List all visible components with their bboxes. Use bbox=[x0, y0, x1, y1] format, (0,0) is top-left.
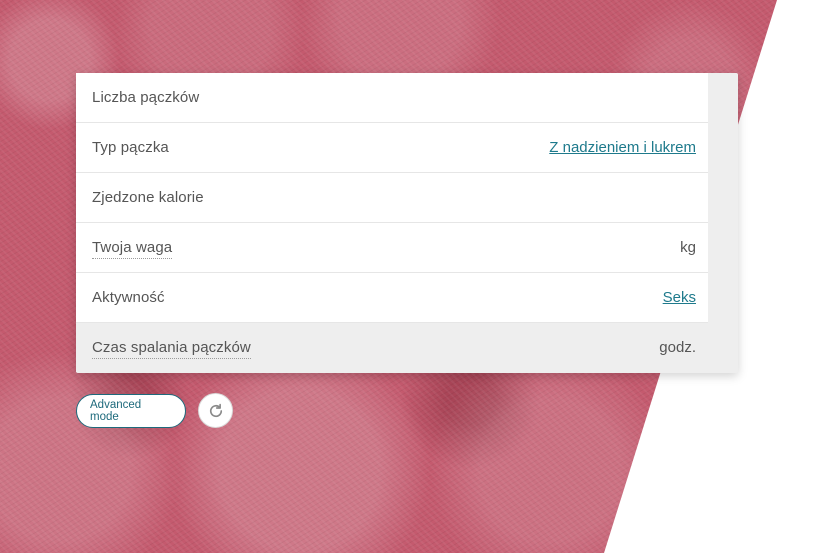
row-calories-eaten[interactable]: Zjedzone kalorie bbox=[76, 173, 708, 223]
burn-time-unit: godz. bbox=[659, 339, 696, 356]
page: Liczba pączków Typ pączka Z nadzieniem i… bbox=[0, 0, 825, 553]
reset-button[interactable] bbox=[198, 393, 233, 428]
refresh-icon bbox=[209, 403, 222, 417]
donut-type-select[interactable]: Z nadzieniem i lukrem bbox=[549, 139, 696, 156]
donut-type-label: Typ pączka bbox=[92, 139, 169, 156]
calculator-controls: Advanced mode bbox=[76, 393, 233, 428]
calories-eaten-label: Zjedzone kalorie bbox=[92, 189, 204, 206]
advanced-mode-button[interactable]: Advanced mode bbox=[76, 393, 186, 428]
weight-unit: kg bbox=[680, 239, 696, 256]
row-activity: Aktywność Seks bbox=[76, 273, 708, 323]
calculator-rows: Liczba pączków Typ pączka Z nadzieniem i… bbox=[76, 73, 708, 372]
your-weight-label: Twoja waga bbox=[92, 239, 173, 259]
calculator-panel: Liczba pączków Typ pączka Z nadzieniem i… bbox=[76, 73, 738, 373]
activity-select[interactable]: Seks bbox=[663, 289, 696, 306]
donut-count-label: Liczba pączków bbox=[92, 89, 200, 106]
row-your-weight[interactable]: Twoja waga kg bbox=[76, 223, 708, 273]
row-burn-time[interactable]: Czas spalania pączków godz. bbox=[76, 323, 708, 372]
row-donut-type: Typ pączka Z nadzieniem i lukrem bbox=[76, 123, 708, 173]
row-donut-count[interactable]: Liczba pączków bbox=[76, 73, 708, 123]
activity-label: Aktywność bbox=[92, 289, 165, 306]
burn-time-label: Czas spalania pączków bbox=[92, 339, 251, 359]
